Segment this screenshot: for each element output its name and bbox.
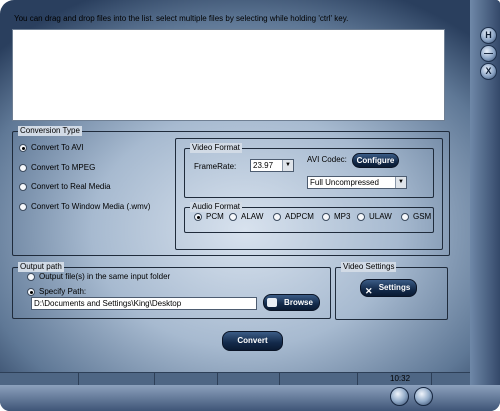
codec-select[interactable]: Full Uncompressed ▼ bbox=[307, 176, 407, 189]
radio-convert-mpeg[interactable]: Convert To MPEG bbox=[19, 163, 95, 172]
radio-audio-ulaw[interactable]: ULAW bbox=[357, 212, 392, 221]
framerate-value: 23.97 bbox=[253, 161, 274, 170]
app-window: You can drag and drop files into the lis… bbox=[0, 0, 500, 411]
output-path-title: Output path bbox=[18, 262, 64, 272]
status-segment bbox=[217, 373, 280, 385]
radio-dot bbox=[194, 212, 202, 221]
video-format-title: Video Format bbox=[190, 143, 242, 153]
radio-dot bbox=[401, 212, 409, 221]
radio-label: PCM bbox=[206, 212, 224, 221]
wrench-icon: ✕ bbox=[365, 286, 373, 296]
radio-dot bbox=[357, 212, 365, 221]
radio-label: Convert to Real Media bbox=[31, 182, 111, 191]
radio-audio-adpcm[interactable]: ADPCM bbox=[273, 212, 314, 221]
radio-convert-wmv[interactable]: Convert To Window Media (.wmv) bbox=[19, 202, 150, 211]
radio-dot bbox=[19, 182, 27, 191]
radio-dot bbox=[322, 212, 330, 221]
radio-audio-gsm[interactable]: GSM bbox=[401, 212, 431, 221]
status-segment bbox=[0, 373, 79, 385]
settings-label: Settings bbox=[378, 283, 411, 292]
radio-specify-path[interactable]: Specify Path: bbox=[27, 287, 86, 296]
trash-icon[interactable] bbox=[414, 387, 433, 406]
configure-button[interactable]: Configure bbox=[352, 153, 399, 168]
radio-output-same-folder[interactable]: Output file(s) in the same input folder bbox=[27, 272, 170, 281]
radio-convert-real-media[interactable]: Convert to Real Media bbox=[19, 182, 111, 191]
folder-icon bbox=[267, 298, 277, 307]
minimize-button[interactable]: — bbox=[480, 45, 497, 62]
conversion-type-title: Conversion Type bbox=[18, 126, 82, 136]
radio-label: Output file(s) in the same input folder bbox=[39, 272, 171, 281]
avi-codec-label: AVI Codec: bbox=[307, 155, 347, 164]
radio-label: Convert To Window Media (.wmv) bbox=[31, 202, 151, 211]
radio-dot bbox=[19, 202, 27, 211]
right-side-bar bbox=[470, 0, 500, 411]
chevron-down-icon: ▼ bbox=[282, 160, 293, 171]
radio-label: Specify Path: bbox=[39, 287, 87, 296]
status-segment bbox=[154, 373, 218, 385]
radio-convert-avi[interactable]: Convert To AVI bbox=[19, 143, 84, 152]
radio-label: ADPCM bbox=[285, 212, 314, 221]
radio-label: MP3 bbox=[334, 212, 351, 221]
radio-dot bbox=[27, 272, 35, 281]
browse-button[interactable]: Browse bbox=[263, 294, 320, 311]
radio-label: Convert To MPEG bbox=[31, 163, 96, 172]
radio-dot bbox=[19, 163, 27, 172]
radio-dot bbox=[27, 287, 35, 296]
radio-audio-mp3[interactable]: MP3 bbox=[322, 212, 350, 221]
radio-dot bbox=[19, 143, 27, 152]
help-button[interactable]: H bbox=[480, 27, 497, 44]
framerate-select[interactable]: 23.97 ▼ bbox=[250, 159, 294, 172]
settings-button[interactable]: ✕ Settings bbox=[360, 279, 417, 297]
status-time: 10:32 bbox=[390, 374, 411, 383]
radio-dot bbox=[273, 212, 281, 221]
video-settings-title: Video Settings bbox=[341, 262, 397, 272]
about-button[interactable] bbox=[390, 387, 409, 406]
radio-audio-alaw[interactable]: ALAW bbox=[229, 212, 263, 221]
browse-label: Browse bbox=[284, 298, 313, 307]
close-button[interactable]: X bbox=[480, 63, 497, 80]
audio-format-title: Audio Format bbox=[190, 202, 243, 212]
chevron-down-icon: ▼ bbox=[395, 177, 406, 188]
drag-drop-hint: You can drag and drop files into the lis… bbox=[14, 14, 349, 23]
radio-audio-pcm[interactable]: PCM bbox=[194, 212, 224, 221]
radio-dot bbox=[229, 212, 237, 221]
radio-label: Convert To AVI bbox=[31, 143, 84, 152]
radio-label: GSM bbox=[413, 212, 432, 221]
radio-label: ALAW bbox=[241, 212, 264, 221]
framerate-label: FrameRate: bbox=[194, 162, 237, 171]
convert-button[interactable]: Convert bbox=[222, 331, 283, 351]
status-segment bbox=[78, 373, 155, 385]
status-bar: 10:32 bbox=[0, 372, 470, 385]
radio-label: ULAW bbox=[369, 212, 392, 221]
output-path-field[interactable]: D:\Documents and Settings\King\Desktop bbox=[31, 297, 257, 310]
status-segment bbox=[279, 373, 358, 385]
file-list[interactable] bbox=[12, 29, 445, 121]
codec-value: Full Uncompressed bbox=[310, 178, 379, 187]
